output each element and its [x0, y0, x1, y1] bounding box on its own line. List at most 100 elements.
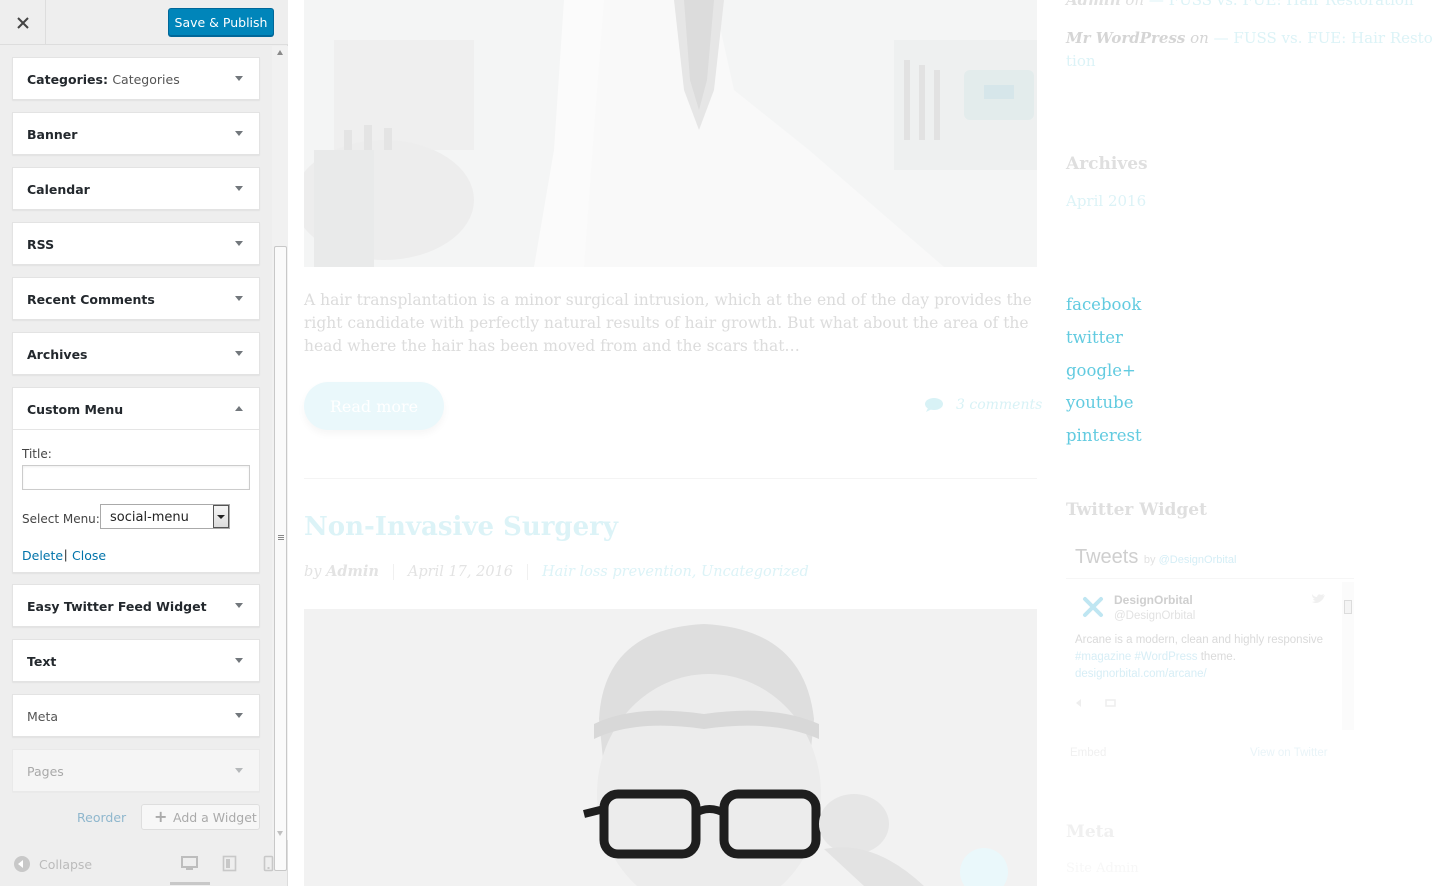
- collapse-label: Collapse: [39, 856, 93, 872]
- twitter-bird-icon: [1312, 594, 1325, 603]
- select-menu-dropdown[interactable]: social-menu: [100, 504, 230, 529]
- active-device-indicator: [170, 882, 210, 885]
- close-icon[interactable]: [0, 0, 46, 45]
- tweets-by: by: [1143, 554, 1156, 566]
- tweet-author-name[interactable]: DesignOrbital: [1114, 593, 1193, 607]
- social-link-facebook[interactable]: facebook: [1066, 295, 1141, 314]
- widget-title: Easy Twitter Feed Widget: [27, 599, 207, 614]
- widget-title: Custom Menu: [27, 402, 124, 417]
- scroll-down-arrow-icon[interactable]: [277, 831, 283, 836]
- close-link[interactable]: Close: [72, 548, 106, 563]
- widget-title: Banner: [27, 127, 78, 142]
- social-link-twitter[interactable]: twitter: [1066, 328, 1123, 347]
- tweets-scrollbar[interactable]: [1342, 582, 1354, 730]
- read-more-button[interactable]: Read more: [304, 382, 444, 430]
- widget-banner[interactable]: Banner: [12, 112, 260, 155]
- tablet-icon[interactable]: [222, 855, 237, 872]
- tweet-author-handle[interactable]: @DesignOrbital: [1114, 610, 1195, 622]
- widget-archives[interactable]: Archives: [12, 332, 260, 375]
- widget-custom-menu-header[interactable]: Custom Menu: [13, 388, 259, 430]
- caret-down-icon[interactable]: [235, 186, 243, 191]
- caret-down-icon[interactable]: [235, 241, 243, 246]
- tweets-header-title: Tweets: [1075, 546, 1139, 568]
- caret-down-icon[interactable]: [235, 603, 243, 608]
- widget-custom-menu: Custom Menu Title: Select Menu: social-m…: [12, 387, 260, 573]
- tweet-hashtag[interactable]: #WordPress: [1134, 651, 1197, 663]
- title-label: Title:: [22, 447, 52, 461]
- tweet-url[interactable]: designorbital.com/arcane/: [1075, 668, 1207, 680]
- comment-author[interactable]: Admin: [1066, 0, 1121, 9]
- social-link-youtube[interactable]: youtube: [1066, 393, 1133, 412]
- widget-calendar[interactable]: Calendar: [12, 167, 260, 210]
- sidebar-scrollbar[interactable]: [272, 46, 288, 871]
- post-meta: by Admin April 17, 2016 Hair loss preven…: [304, 563, 809, 580]
- caret-down-icon[interactable]: [235, 296, 243, 301]
- twitter-timeline: Tweets by @DesignOrbital DesignOrbital @…: [1066, 540, 1356, 770]
- add-widget-button[interactable]: + Add a Widget: [141, 804, 260, 830]
- widget-easy-twitter-feed[interactable]: Easy Twitter Feed Widget: [12, 584, 260, 627]
- collapse-button[interactable]: Collapse: [14, 856, 92, 872]
- tweet-actions-icon[interactable]: [1076, 698, 1136, 708]
- widget-categories[interactable]: Categories: Categories: [12, 57, 260, 100]
- caret-down-icon[interactable]: [235, 351, 243, 356]
- tweets-handle-link[interactable]: @DesignOrbital: [1159, 554, 1237, 566]
- widget-rss[interactable]: RSS: [12, 222, 260, 265]
- widget-title: RSS: [27, 237, 55, 252]
- add-widget-label: Add a Widget: [173, 810, 257, 825]
- widget-title: Archives: [27, 347, 88, 362]
- tweet-text: Arcane is a modern, clean and highly res…: [1075, 632, 1335, 683]
- desktop-icon[interactable]: [181, 855, 198, 872]
- archive-link[interactable]: April 2016: [1066, 192, 1146, 210]
- comment-bubble-icon: [925, 398, 943, 412]
- mobile-icon[interactable]: [263, 855, 274, 872]
- comment-dash: —: [1148, 0, 1164, 9]
- widget-title: Text: [27, 654, 57, 669]
- widget-meta[interactable]: Meta: [12, 694, 260, 737]
- comment-dash: —: [1213, 29, 1229, 47]
- caret-down-icon[interactable]: [235, 713, 243, 718]
- reorder-link[interactable]: Reorder: [77, 810, 126, 825]
- widget-title: Recent Comments: [27, 292, 155, 307]
- link-separator: |: [64, 547, 68, 562]
- widget-title: Meta: [27, 709, 59, 724]
- caret-down-icon[interactable]: [235, 76, 243, 81]
- comment-post-link[interactable]: FUSS vs. FUE: Hair Restora-: [1233, 29, 1433, 47]
- meta-widget-title: Meta: [1066, 822, 1115, 842]
- post-divider: [304, 478, 1037, 479]
- comments-count: 3 comments: [956, 397, 1043, 413]
- caret-down-icon[interactable]: [235, 768, 243, 773]
- tweet-text-part: theme.: [1200, 651, 1236, 663]
- meta-categories[interactable]: Hair loss prevention, Uncategorized: [542, 564, 809, 580]
- tweet-hashtag[interactable]: #magazine: [1075, 651, 1131, 663]
- widget-recent-comments[interactable]: Recent Comments: [12, 277, 260, 320]
- comments-link[interactable]: 3 comments: [924, 397, 1042, 413]
- meta-author[interactable]: Admin: [326, 563, 379, 580]
- widget-text[interactable]: Text: [12, 639, 260, 682]
- dropdown-arrow-icon[interactable]: [213, 505, 229, 528]
- caret-up-icon[interactable]: [235, 406, 243, 411]
- embed-link[interactable]: Embed: [1070, 747, 1106, 759]
- title-input[interactable]: [22, 465, 250, 490]
- widget-instance-title: Categories: [112, 72, 180, 87]
- comment-post-link-continued[interactable]: tion: [1066, 52, 1096, 70]
- view-on-twitter-link[interactable]: View on Twitter: [1250, 747, 1328, 759]
- post-featured-image: [304, 0, 1037, 267]
- caret-down-icon[interactable]: [235, 658, 243, 663]
- post-title[interactable]: Non-Invasive Surgery: [304, 512, 618, 542]
- scroll-up-arrow-icon[interactable]: [277, 50, 283, 55]
- social-link-googleplus[interactable]: google+: [1066, 361, 1136, 380]
- comment-post-link[interactable]: FUSS vs. FUE: Hair Restoration: [1169, 0, 1414, 9]
- divider: [1066, 578, 1354, 579]
- save-publish-button[interactable]: Save & Publish: [168, 8, 274, 36]
- recent-comment-2: Mr WordPress on — FUSS vs. FUE: Hair Res…: [1066, 29, 1433, 47]
- meta-link[interactable]: Site Admin: [1066, 861, 1139, 876]
- caret-down-icon[interactable]: [235, 131, 243, 136]
- social-link-pinterest[interactable]: pinterest: [1066, 426, 1142, 445]
- comment-author[interactable]: Mr WordPress: [1066, 29, 1185, 47]
- delete-link[interactable]: Delete: [22, 548, 63, 563]
- select-menu-label: Select Menu:: [22, 512, 100, 526]
- widget-pages[interactable]: Pages: [12, 749, 260, 792]
- post-excerpt: A hair transplantation is a minor surgic…: [304, 291, 1032, 355]
- recent-comment-1: Admin on — FUSS vs. FUE: Hair Restoratio…: [1066, 0, 1414, 9]
- scroll-thumb[interactable]: [274, 246, 287, 871]
